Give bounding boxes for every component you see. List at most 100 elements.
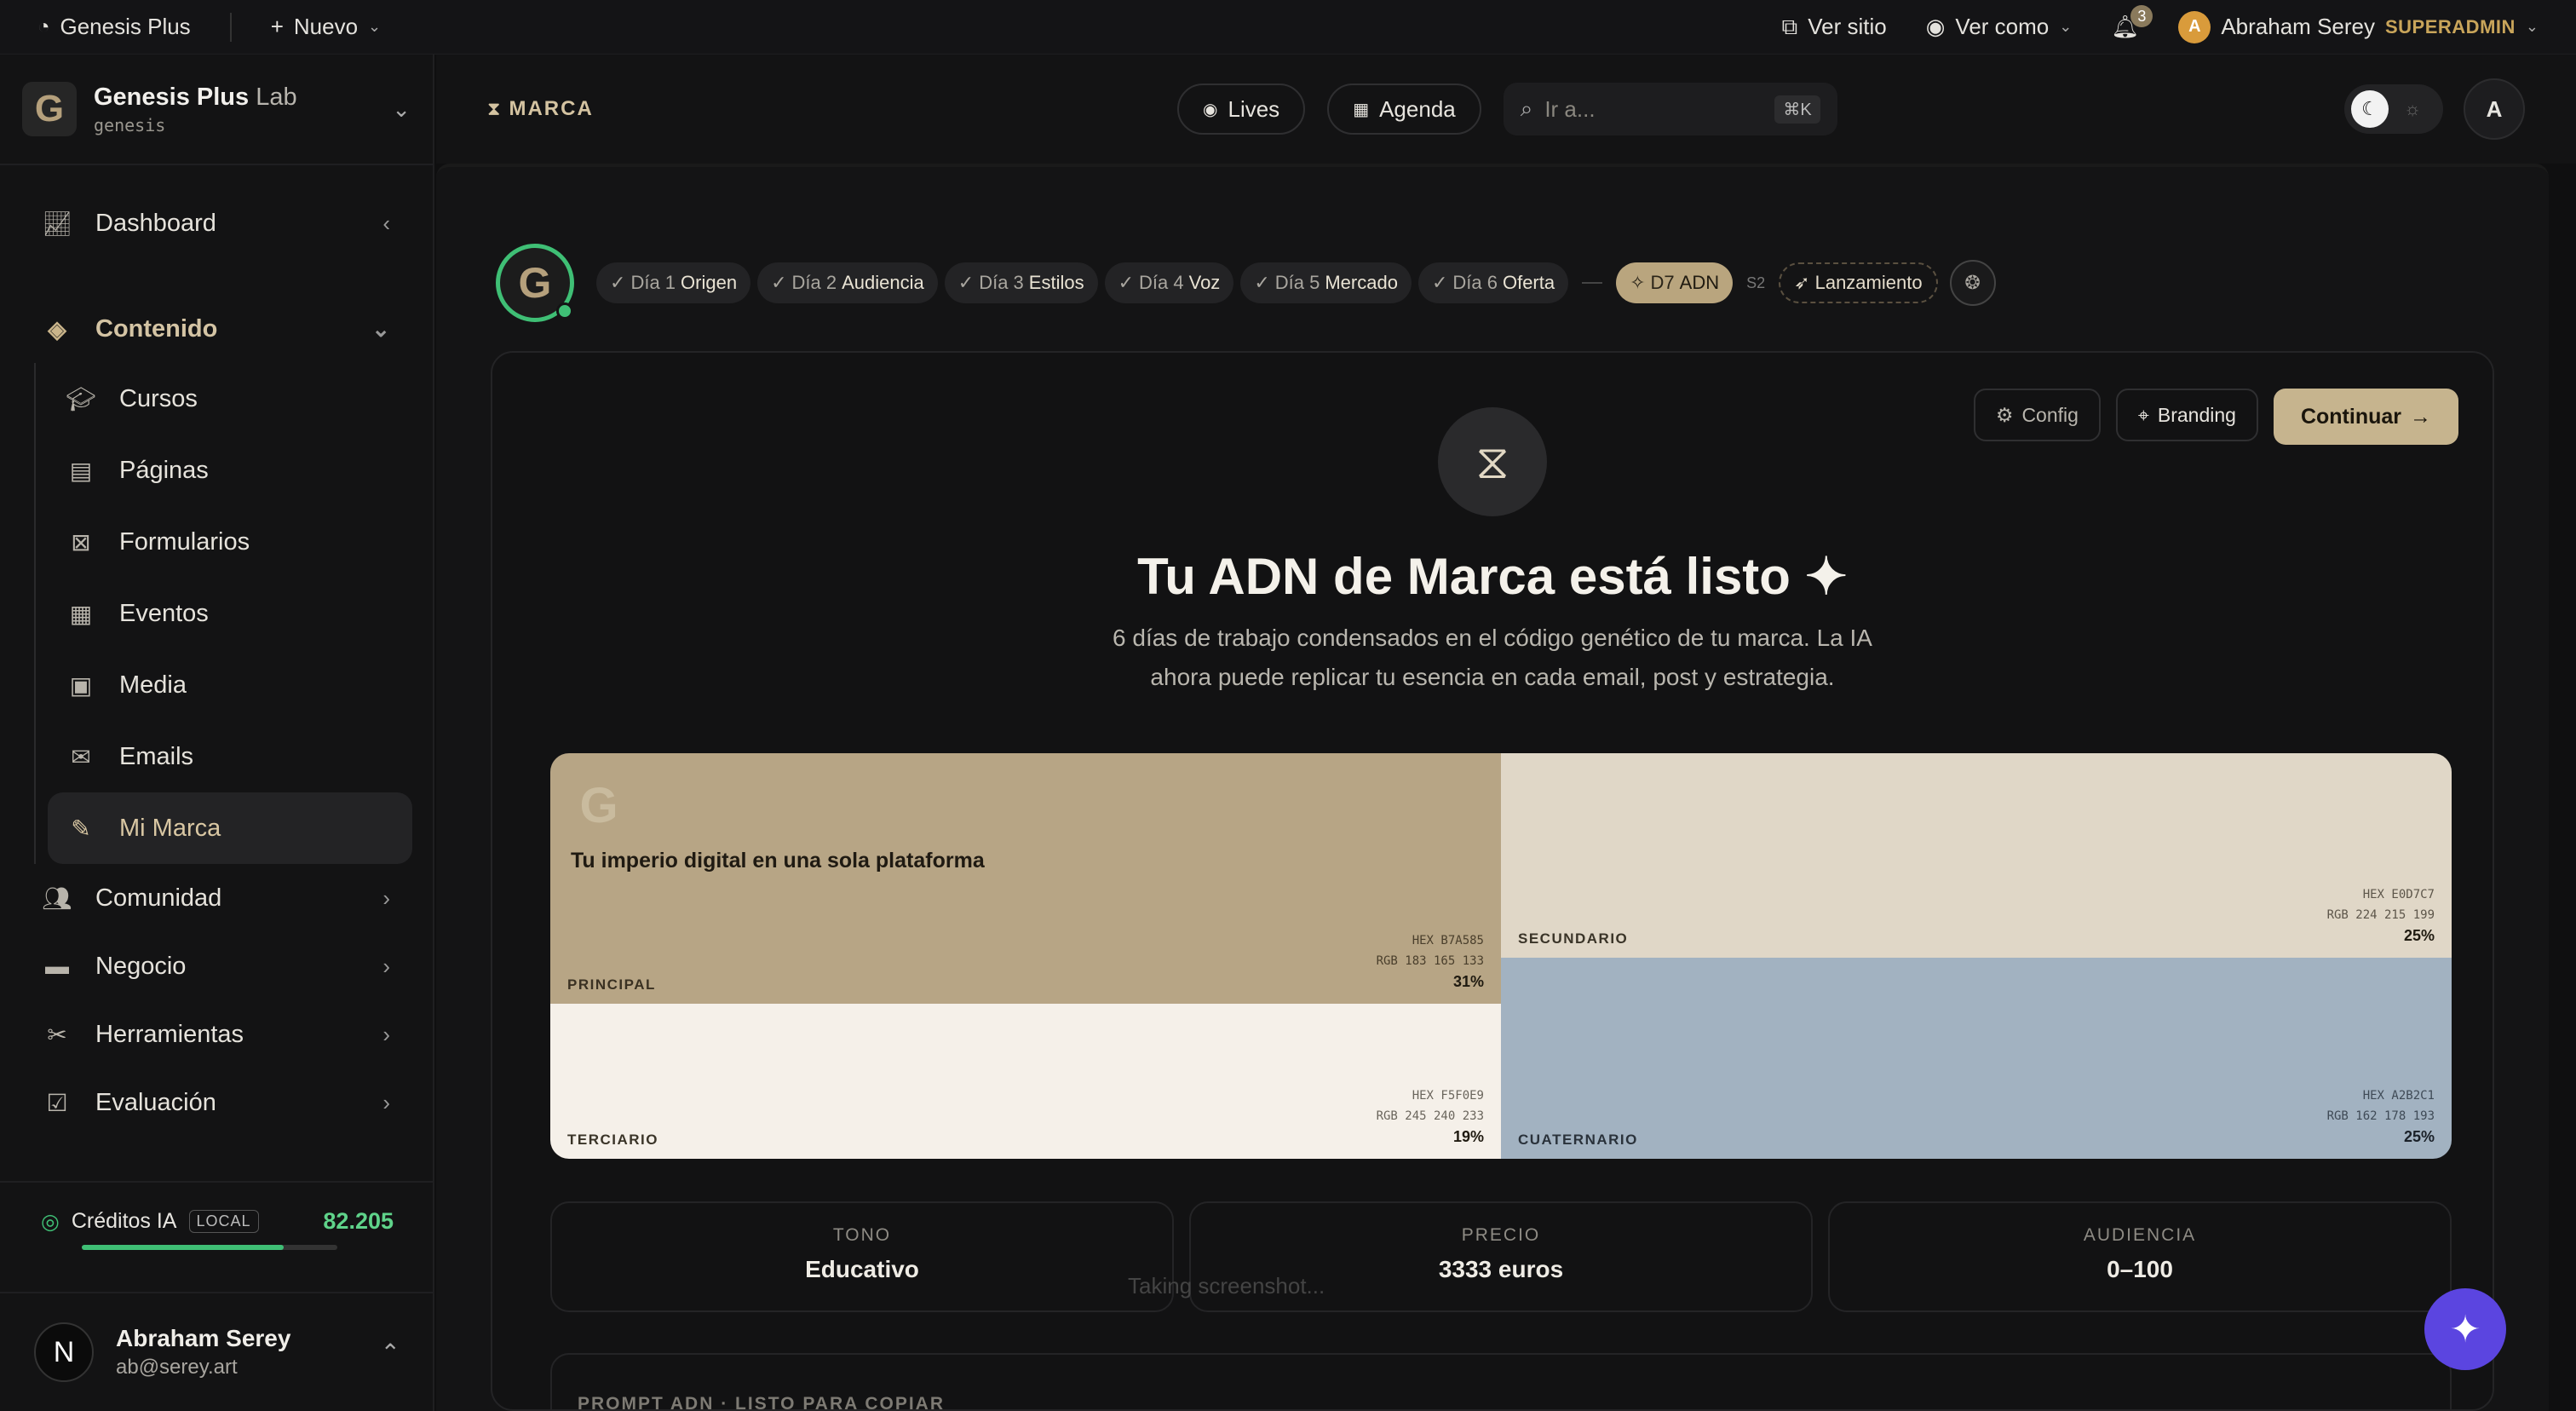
search-icon: ⌕ xyxy=(1520,95,1533,121)
sidebar-item-formularios[interactable]: ⊠ Formularios xyxy=(36,506,433,578)
plus-icon: + xyxy=(270,14,284,39)
brain-button[interactable]: ❂ xyxy=(1949,260,1996,306)
sidebar-item-dashboard[interactable]: 📈︎ Dashboard ‹ xyxy=(0,189,433,257)
new-button[interactable]: + Nuevo ⌄ xyxy=(271,14,381,40)
hourglass-icon: ⧗ xyxy=(487,98,501,119)
workspace-switcher[interactable]: G Genesis Plus Lab genesis ⌄ xyxy=(0,55,433,165)
dna-card: ⚙ Config ⌖ Branding Continuar → ⧖ Tu ADN de… xyxy=(491,351,2494,1411)
check-badge-icon xyxy=(556,302,573,320)
calendar-icon: ▦ xyxy=(1353,100,1370,119)
gear-icon: ⚙ xyxy=(1995,403,2014,426)
user-name: Abraham Serey xyxy=(116,1325,291,1351)
stat-value: 0–100 xyxy=(2107,1256,2173,1282)
command-search[interactable]: ⌕ Ir a... ⌘K xyxy=(1503,83,1837,135)
brand-title-suffix: Lab xyxy=(256,83,297,111)
stat-value: Educativo xyxy=(805,1256,919,1282)
swatch-terciario[interactable]: HEX F5F0E9 RGB 245 240 233 19% TERCIARIO xyxy=(550,1004,1501,1159)
config-button[interactable]: ⚙ Config xyxy=(1973,389,2101,441)
stat-tono: TONO Educativo xyxy=(550,1201,1174,1312)
users-icon: 👥︎ xyxy=(42,884,72,912)
brand-stats: TONO Educativo PRECIO 3333 euros AUDIENCIA… xyxy=(550,1201,2452,1312)
section-title: MARCA xyxy=(509,97,594,120)
sun-icon: ☼ xyxy=(2404,98,2422,119)
briefcase-icon: ▬ xyxy=(45,953,69,979)
local-badge: LOCAL xyxy=(188,1210,259,1233)
hex-code: HEX F5F0E9 xyxy=(1412,1089,1484,1103)
user-menu[interactable]: A Abraham Serey SUPERADMIN ⌄ xyxy=(2178,10,2539,43)
sidebar-item-label: Negocio xyxy=(95,952,187,980)
step-current[interactable]: ✧ D7 ADN xyxy=(1616,262,1734,303)
role-badge: SUPERADMIN xyxy=(2385,15,2516,37)
user-avatar: A xyxy=(2178,10,2211,43)
sidebar-item-emails[interactable]: ✉ Emails xyxy=(36,721,433,792)
s2-label: S2 xyxy=(1746,274,1766,291)
swatch-cuaternario[interactable]: HEX A2B2C1 RGB 162 178 193 25% CUATERNARIO xyxy=(1501,958,2452,1159)
rgb-code: RGB 183 165 133 xyxy=(1376,954,1484,968)
sidebar-item-cursos[interactable]: 🎓︎ Cursos xyxy=(36,363,433,435)
contenido-submenu: 🎓︎ Cursos ▤ Páginas ⊠ Formularios ▦ Eventos … xyxy=(34,363,433,864)
step-day-4[interactable]: ✓ Día 4 Voz xyxy=(1104,262,1234,303)
view-site-link[interactable]: ⧉ Ver sitio xyxy=(1782,14,1887,41)
hex-code: HEX E0D7C7 xyxy=(2362,888,2435,901)
lives-button[interactable]: ◉ Lives xyxy=(1177,84,1306,135)
radio-icon: ◉ xyxy=(1203,100,1218,119)
view-as-dropdown[interactable]: ◉ Ver como ⌄ xyxy=(1926,14,2073,40)
step-day-3[interactable]: ✓ Día 3 Estilos xyxy=(944,262,1098,303)
ai-assistant-button[interactable]: ✦ xyxy=(2424,1288,2506,1370)
sidebar-item-eventos[interactable]: ▦ Eventos xyxy=(36,578,433,649)
notifications-button[interactable]: 🔔︎ 3 xyxy=(2111,5,2153,40)
step-day-2[interactable]: ✓ Día 2 Audiencia xyxy=(757,262,938,303)
sidebar-item-paginas[interactable]: ▤ Páginas xyxy=(36,435,433,506)
step-launch[interactable]: ➶ Lanzamiento xyxy=(1779,262,1938,303)
continue-button[interactable]: Continuar → xyxy=(2273,389,2458,445)
step-name: Origen xyxy=(681,272,738,293)
lives-label: Lives xyxy=(1228,95,1280,122)
sidebar-item-contenido[interactable]: ◈ Contenido ⌄ xyxy=(0,295,433,363)
step-connector xyxy=(1582,282,1603,284)
sidebar-item-mi-marca[interactable]: ✎ Mi Marca xyxy=(48,792,412,864)
journey-steps: G ✓ Día 1 Origen ✓ Día 2 Audiencia ✓ Día 3 Estil… xyxy=(496,244,1996,322)
sidebar-item-label: Mi Marca xyxy=(119,814,221,842)
site-name: Genesis Plus xyxy=(60,14,191,39)
step-day-6[interactable]: ✓ Día 6 Oferta xyxy=(1417,262,1569,303)
rgb-code: RGB 162 178 193 xyxy=(2326,1109,2435,1123)
swatch-label: CUATERNARIO xyxy=(1518,1132,1638,1148)
theme-toggle[interactable]: ☾ ☼ xyxy=(2344,84,2443,134)
step-name: Audiencia xyxy=(842,272,924,293)
chevron-down-icon: ⌄ xyxy=(371,315,390,342)
step-day: Día 3 xyxy=(979,272,1024,293)
stat-label: AUDIENCIA xyxy=(2083,1225,2197,1245)
sidebar-item-comunidad[interactable]: 👥︎ Comunidad › xyxy=(0,864,433,932)
site-link[interactable]: ◔ Genesis Plus xyxy=(37,14,191,40)
sidebar-item-label: Evaluación xyxy=(95,1088,216,1116)
sidebar-user-menu[interactable]: N Abraham Serey ab@serey.art ⌃ xyxy=(0,1292,434,1411)
check-icon: ✓ xyxy=(1254,272,1270,293)
step-day-5[interactable]: ✓ Día 5 Mercado xyxy=(1240,262,1412,303)
sidebar-item-label: Media xyxy=(119,671,187,699)
chevron-right-icon: › xyxy=(382,953,390,979)
chevron-down-icon: ⌄ xyxy=(368,18,382,35)
envelope-icon: ✉ xyxy=(71,743,91,770)
brand-logo-mini: G xyxy=(579,777,618,833)
form-icon: ⊠ xyxy=(71,528,91,556)
sidebar-item-negocio[interactable]: ▬ Negocio › xyxy=(0,932,433,1000)
chevron-left-icon: ‹ xyxy=(382,210,390,236)
sidebar-item-media[interactable]: ▣ Media xyxy=(36,649,433,721)
credits-value: 82.205 xyxy=(323,1208,394,1234)
header-avatar[interactable]: A xyxy=(2464,78,2525,140)
rocket-icon: ➶ xyxy=(1794,272,1810,293)
brand-text: Genesis Plus Lab genesis xyxy=(94,84,297,135)
swatch-secundario[interactable]: HEX E0D7C7 RGB 224 215 199 25% SECUNDARIO xyxy=(1501,753,2452,958)
sidebar-item-evaluacion[interactable]: ☑ Evaluación › xyxy=(0,1068,433,1137)
layers-icon: ◈ xyxy=(48,315,66,343)
header-center: ◉ Lives ▦ Agenda ⌕ Ir a... ⌘K xyxy=(1101,83,1837,135)
swatch-principal[interactable]: G Tu imperio digital en una sola platafo… xyxy=(550,753,1501,1004)
arrow-right-icon: → xyxy=(2410,404,2431,429)
prompt-section: PROMPT ADN · LISTO PARA COPIAR xyxy=(550,1353,2452,1411)
sidebar-item-herramientas[interactable]: ✂ Herramientas › xyxy=(0,1000,433,1068)
step-day-1[interactable]: ✓ Día 1 Origen xyxy=(596,262,751,303)
branding-button[interactable]: ⌖ Branding xyxy=(2115,389,2258,441)
view-as-label: Ver como xyxy=(1955,14,2050,39)
sparkle-icon: ✦ xyxy=(2449,1308,2481,1351)
agenda-button[interactable]: ▦ Agenda xyxy=(1327,84,1481,135)
